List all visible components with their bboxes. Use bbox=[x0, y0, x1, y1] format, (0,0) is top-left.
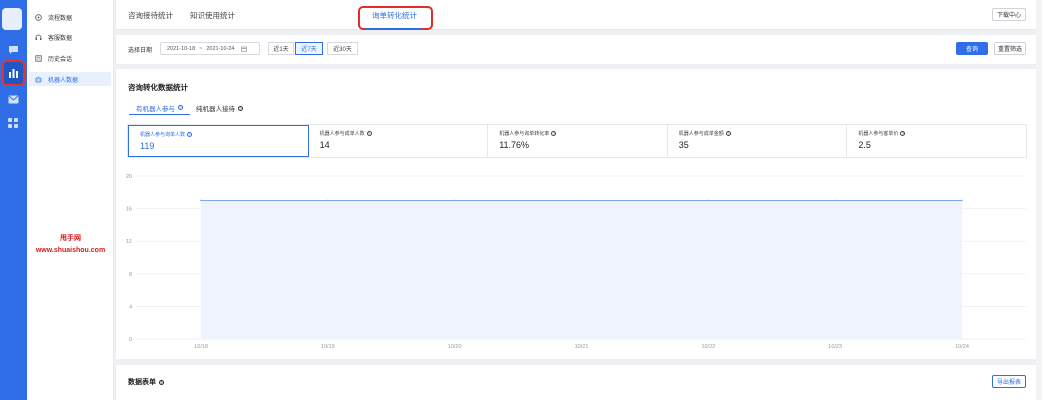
data-point bbox=[453, 199, 456, 202]
metric-value: 35 bbox=[678, 140, 689, 150]
menu-item-flow-data[interactable]: 流程数据 bbox=[29, 10, 111, 24]
data-point bbox=[200, 199, 202, 202]
date-range-picker[interactable]: 2021-10-18 ~ 2021-10-24 bbox=[160, 42, 260, 55]
range-7-days-button[interactable]: 近7天 bbox=[295, 42, 323, 55]
data-table-section: 数据表单 ? 导出报表 bbox=[116, 365, 1036, 400]
metric-label: 机器人参与成单金额 bbox=[678, 131, 724, 137]
menu-item-robot-data[interactable]: 机器人数据 bbox=[29, 72, 111, 86]
segment-with-robot[interactable]: 有机器人参与 ? bbox=[129, 101, 190, 115]
date-separator: ~ bbox=[199, 45, 203, 52]
metric-value: 11.76% bbox=[499, 140, 530, 150]
table-title-label: 数据表单 bbox=[128, 379, 156, 386]
robot-icon bbox=[35, 76, 42, 82]
help-icon: ? bbox=[725, 131, 731, 136]
tab-consult-stats[interactable]: 咨询接待统计 bbox=[128, 10, 173, 21]
metric-value: 2.5 bbox=[858, 140, 871, 150]
menu-item-label: 客服数据 bbox=[48, 35, 73, 42]
range-30-days-button[interactable]: 近30天 bbox=[327, 42, 358, 55]
app-logo bbox=[2, 8, 22, 30]
range-1-day-button[interactable]: 近1天 bbox=[268, 42, 294, 55]
y-tick-label: 16 bbox=[126, 207, 132, 213]
y-tick-label: 20 bbox=[126, 174, 132, 180]
metric-card[interactable]: 机器人参与成单人数? 14 bbox=[309, 125, 489, 157]
y-tick-label: 8 bbox=[129, 272, 132, 278]
menu-item-label: 历史会话 bbox=[48, 56, 73, 63]
conversion-area-chart: 0 4 8 12 16 20 10/18 10/19 10/20 10/21 10/22 10/23 1… bbox=[126, 174, 1026, 350]
query-button[interactable]: 查询 bbox=[956, 42, 988, 55]
help-icon: ? bbox=[900, 131, 906, 136]
data-point bbox=[834, 199, 836, 202]
flow-icon bbox=[35, 13, 42, 21]
download-center-button[interactable]: 下载中心 bbox=[992, 8, 1026, 21]
help-icon: ? bbox=[551, 131, 557, 136]
date-start: 2021-10-18 bbox=[167, 45, 196, 52]
metric-label: 机器人参与客单价 bbox=[858, 131, 899, 137]
tab-conversion-stats[interactable]: 询单转化统计 bbox=[372, 10, 417, 21]
area-fill bbox=[201, 200, 962, 339]
metric-label: 机器人参与询单人数 bbox=[140, 132, 186, 138]
x-tick-label: 10/20 bbox=[448, 344, 462, 350]
metric-value: 14 bbox=[319, 140, 330, 150]
chat-bubble-icon[interactable] bbox=[7, 44, 19, 55]
filter-bar: 选择日期 2021-10-18 ~ 2021-10-24 近1天 近7天 近30… bbox=[116, 35, 1036, 64]
tab-knowledge-stats[interactable]: 知识使用统计 bbox=[190, 10, 235, 21]
help-icon: ? bbox=[238, 105, 243, 111]
export-report-button[interactable]: 导出报表 bbox=[992, 375, 1026, 388]
metric-card[interactable]: 机器人参与询单转化率? 11.76% bbox=[488, 125, 668, 157]
x-tick-label: 10/23 bbox=[828, 344, 842, 350]
menu-item-label: 机器人数据 bbox=[48, 77, 79, 84]
help-icon: ? bbox=[178, 105, 183, 110]
help-icon: ? bbox=[366, 131, 372, 136]
history-icon bbox=[35, 54, 42, 62]
conversion-stats-panel: 咨询转化数据统计 有机器人参与 ? 纯机器人接待 ? 机器人参与询单人数? 11… bbox=[116, 69, 1036, 359]
menu-item-label: 流程数据 bbox=[48, 15, 73, 22]
mail-icon[interactable] bbox=[7, 94, 19, 105]
metric-label: 机器人参与成单人数 bbox=[319, 131, 365, 137]
tab-bar: 咨询接待统计 知识使用统计 询单转化统计 bbox=[116, 0, 1036, 30]
data-point bbox=[707, 199, 710, 202]
metric-label: 机器人参与询单转化率 bbox=[499, 131, 550, 137]
bar-chart-icon[interactable] bbox=[7, 67, 19, 78]
table-section-title: 数据表单 ? bbox=[128, 377, 164, 387]
x-tick-label: 10/18 bbox=[194, 344, 208, 350]
segment-pure-robot[interactable]: 纯机器人接待 ? bbox=[189, 101, 250, 115]
reset-filter-button[interactable]: 重置筛选 bbox=[994, 42, 1026, 55]
y-tick-label: 0 bbox=[129, 337, 132, 343]
calendar-icon bbox=[240, 46, 247, 52]
watermark-title: 甩手网 bbox=[60, 235, 81, 242]
x-tick-label: 10/22 bbox=[701, 344, 715, 350]
menu-item-service-data[interactable]: 客服数据 bbox=[29, 30, 111, 44]
menu-item-history[interactable]: 历史会话 bbox=[29, 51, 111, 65]
x-tick-label: 10/21 bbox=[575, 344, 589, 350]
date-filter-label: 选择日期 bbox=[128, 48, 153, 54]
x-tick-label: 10/24 bbox=[955, 344, 969, 350]
page-scrollbar[interactable] bbox=[1036, 0, 1042, 400]
metric-card[interactable]: 机器人参与询单人数? 119 bbox=[128, 125, 309, 157]
secondary-menu: 流程数据 客服数据 历史会话 机器人数据 bbox=[27, 0, 114, 400]
metric-card[interactable]: 机器人参与客单价? 2.5 bbox=[847, 125, 1026, 157]
apps-grid-icon[interactable] bbox=[7, 117, 19, 128]
metric-cards: 机器人参与询单人数? 119 机器人参与成单人数? 14 机器人参与询单转化率?… bbox=[127, 124, 1027, 158]
data-point bbox=[961, 199, 963, 202]
data-point bbox=[327, 199, 329, 202]
icon-rail bbox=[0, 0, 27, 400]
y-tick-label: 12 bbox=[126, 239, 132, 245]
date-end: 2021-10-24 bbox=[206, 45, 235, 52]
y-tick-label: 4 bbox=[129, 304, 132, 310]
x-tick-label: 10/19 bbox=[321, 344, 335, 350]
panel-title: 咨询转化数据统计 bbox=[128, 83, 188, 92]
headset-icon bbox=[35, 34, 42, 40]
metric-value: 119 bbox=[140, 141, 155, 151]
watermark-url: www.shuaishou.com bbox=[35, 247, 106, 254]
segment-label: 纯机器人接待 bbox=[196, 106, 235, 113]
metric-card[interactable]: 机器人参与成单金额? 35 bbox=[668, 125, 848, 157]
help-icon: ? bbox=[187, 132, 193, 137]
data-point bbox=[580, 199, 583, 202]
segment-label: 有机器人参与 bbox=[136, 105, 175, 113]
help-icon: ? bbox=[159, 379, 164, 385]
tab-active-underline bbox=[366, 28, 422, 30]
